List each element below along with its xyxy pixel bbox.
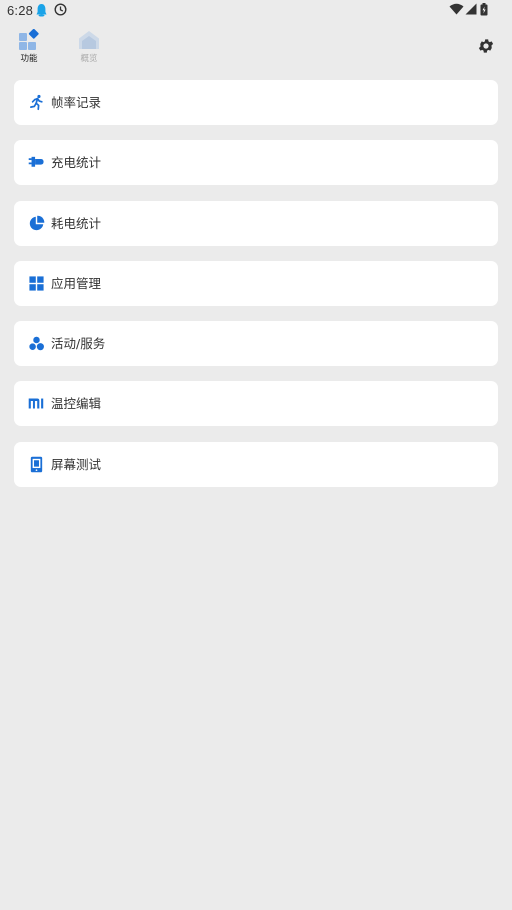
battery-icon [480, 3, 488, 16]
menu-item-activities-services[interactable]: 活动/服务 [14, 321, 498, 367]
clock-icon [54, 3, 67, 16]
menu-item-frame-rate[interactable]: 帧率记录 [14, 80, 498, 125]
apps-grid-icon [28, 275, 45, 292]
menu-item-label: 温控编辑 [51, 396, 102, 412]
overview-home-icon [79, 31, 99, 49]
menu-item-charging-stats[interactable]: 充电统计 [14, 140, 498, 186]
feature-menu: 帧率记录 充电统计 耗电统计 应用管理 活动/服务 温控编辑 屏幕测试 [14, 80, 498, 502]
notification-bird-icon [36, 4, 47, 17]
menu-item-label: 应用管理 [51, 275, 102, 291]
charging-plug-icon [28, 154, 45, 171]
running-person-icon [28, 94, 45, 111]
functions-grid-icon [19, 29, 39, 50]
phone-screen-icon [28, 456, 45, 473]
tab-functions[interactable]: 功能 [9, 29, 49, 69]
menu-item-label: 屏幕测试 [51, 456, 102, 472]
status-time: 6:28 [7, 3, 34, 18]
tab-overview-label: 概览 [80, 54, 98, 64]
menu-item-label: 活动/服务 [51, 336, 106, 352]
mi-logo-icon [28, 395, 45, 412]
wifi-icon [449, 3, 464, 15]
circles-icon [28, 335, 45, 352]
settings-button[interactable] [477, 37, 495, 55]
status-bar: 6:28 [0, 0, 512, 22]
signal-icon [465, 3, 477, 15]
pie-chart-icon [28, 215, 45, 232]
menu-item-label: 充电统计 [51, 155, 102, 171]
tab-overview[interactable]: 概览 [69, 29, 109, 69]
menu-item-power-usage[interactable]: 耗电统计 [14, 200, 498, 246]
tab-functions-label: 功能 [20, 54, 38, 64]
menu-item-thermal-edit[interactable]: 温控编辑 [14, 381, 498, 427]
menu-item-label: 耗电统计 [51, 215, 102, 231]
menu-item-screen-test[interactable]: 屏幕测试 [14, 441, 498, 487]
menu-item-label: 帧率记录 [51, 95, 102, 110]
menu-item-app-management[interactable]: 应用管理 [14, 260, 498, 306]
gear-icon [478, 39, 494, 53]
